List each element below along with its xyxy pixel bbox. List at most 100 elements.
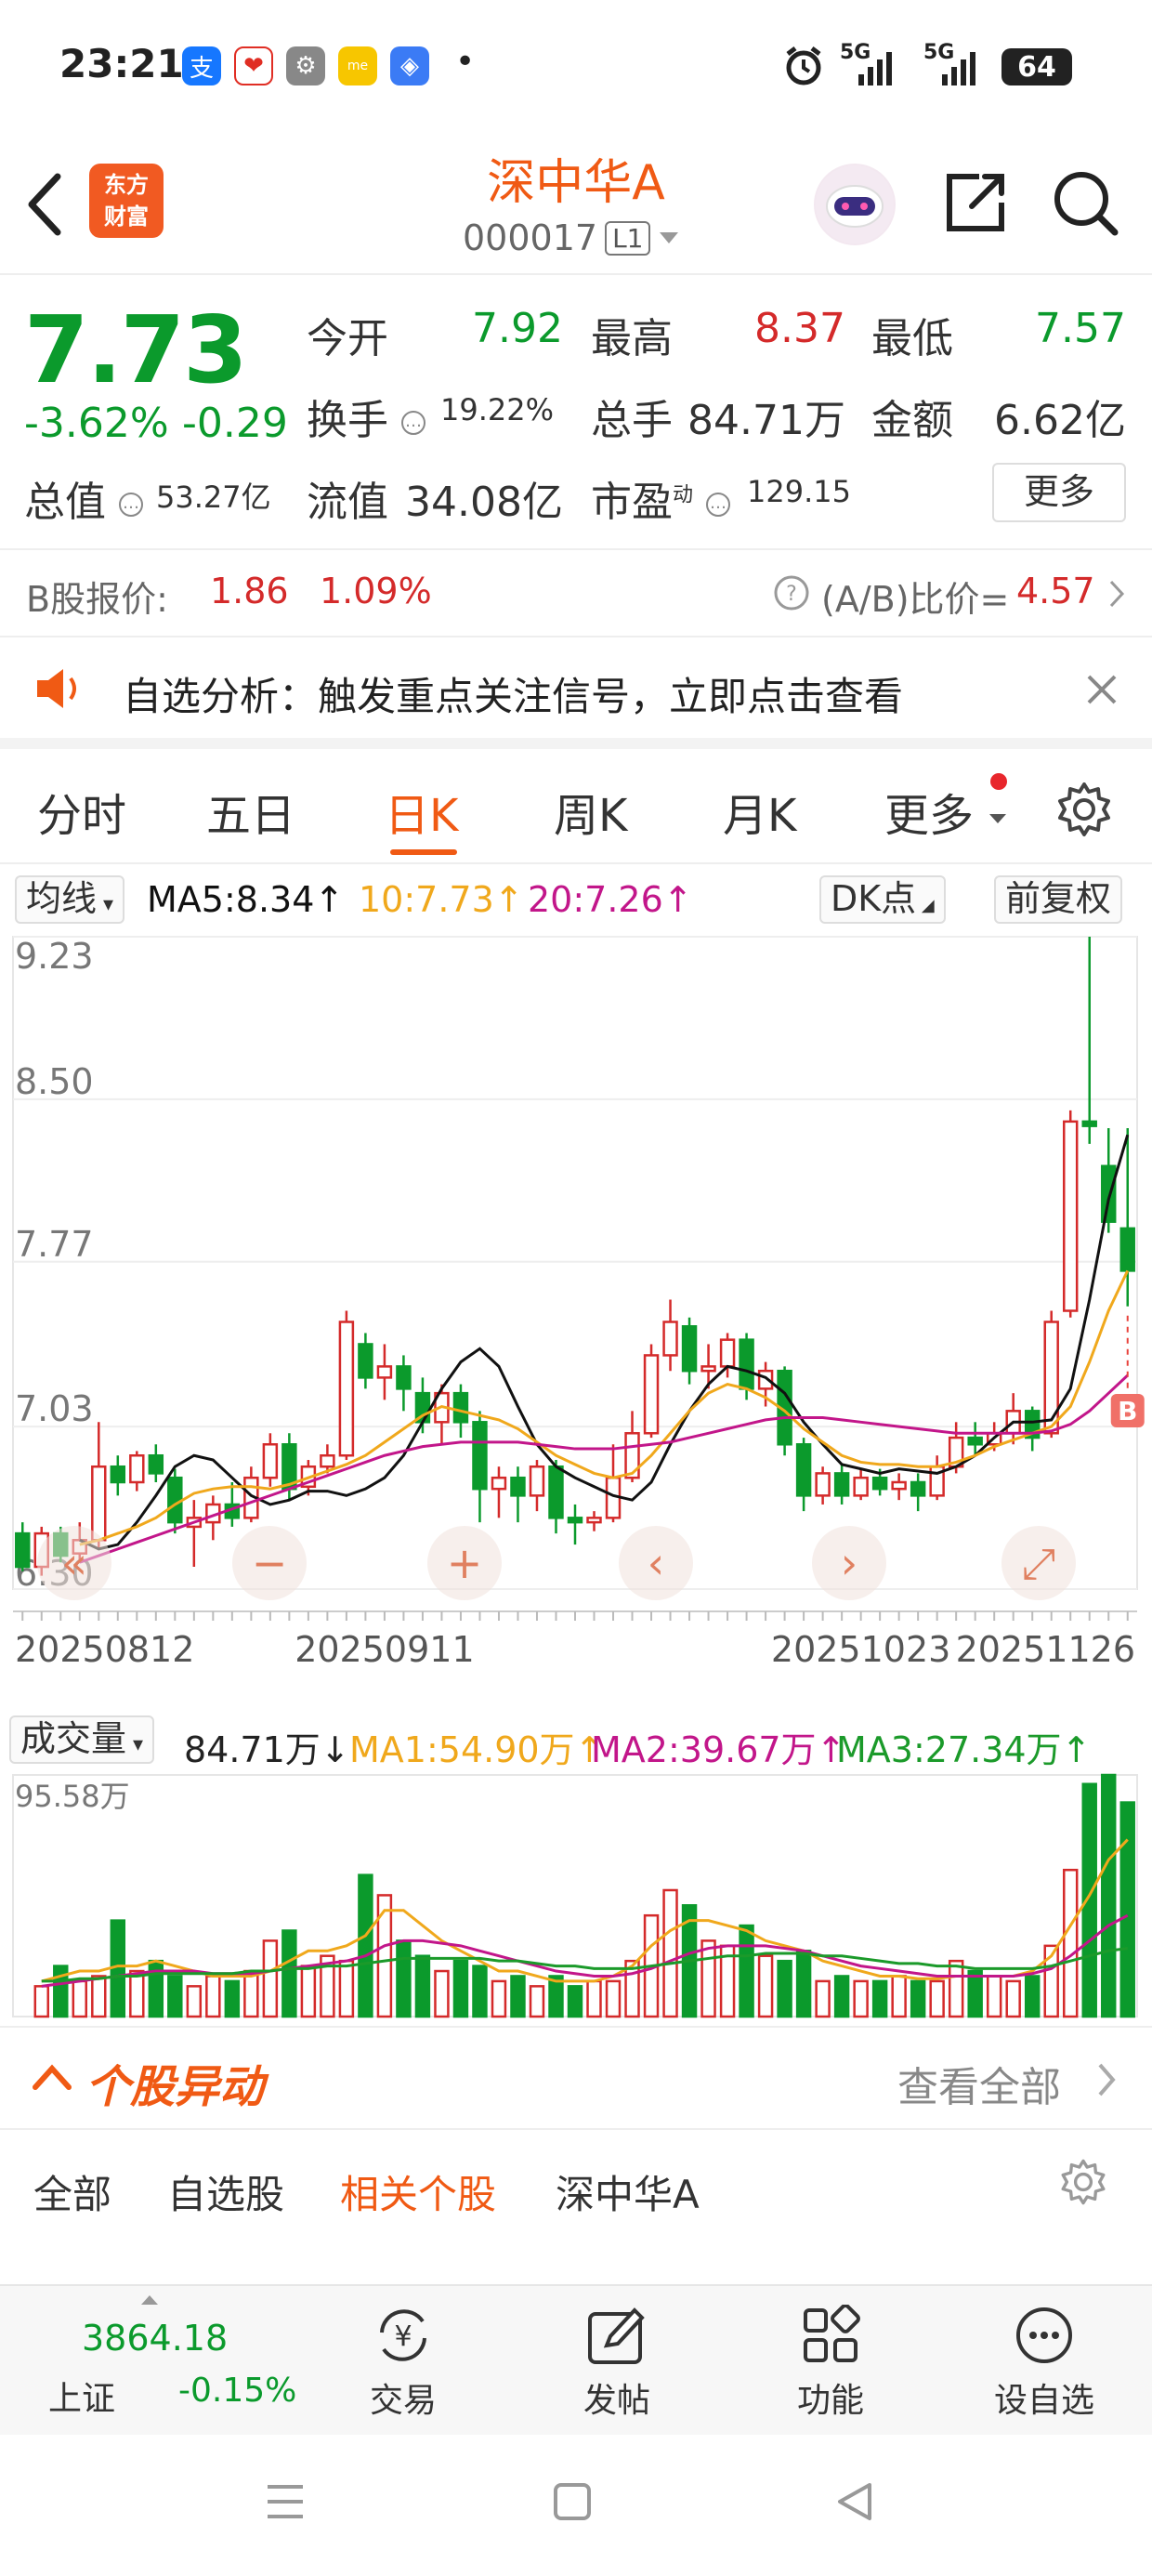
- movers-tab-all[interactable]: 全部: [33, 2163, 111, 2220]
- info-icon[interactable]: …: [119, 493, 143, 517]
- view-all-link[interactable]: 查看全部: [897, 2054, 1061, 2113]
- amount-label: 金额: [871, 397, 953, 444]
- ai-robot-icon[interactable]: [814, 164, 896, 245]
- ma5-value: MA5:8.34↑: [147, 879, 345, 920]
- candle-down: [472, 1421, 488, 1491]
- candle-down: [871, 1476, 888, 1491]
- y-tick-label: 7.03: [15, 1388, 94, 1429]
- stock-code-selector[interactable]: 000017 L1: [463, 217, 680, 258]
- index-name[interactable]: 上证: [48, 2372, 115, 2420]
- share-icon[interactable]: [938, 165, 1013, 240]
- svg-text:¥: ¥: [394, 2320, 412, 2353]
- tab-monthly-k[interactable]: 月K: [723, 779, 796, 844]
- x-date-label: 20250812: [15, 1629, 194, 1670]
- notice-bar[interactable]: 自选分析：触发重点关注信号，立即点击查看: [0, 639, 1152, 749]
- search-icon[interactable]: [1048, 165, 1122, 240]
- b-share-label: B股报价:: [26, 579, 168, 620]
- more-button[interactable]: 更多: [992, 463, 1126, 522]
- volume-max-label: 95.58万: [15, 1779, 130, 1814]
- movers-tab-watchlist[interactable]: 自选股: [167, 2163, 284, 2220]
- nav-post[interactable]: 发帖: [543, 2305, 691, 2422]
- nav-add-watch[interactable]: 设自选: [970, 2305, 1119, 2422]
- info-icon[interactable]: …: [706, 493, 731, 517]
- close-icon[interactable]: [1083, 671, 1120, 708]
- index-value[interactable]: 3864.18: [82, 2318, 228, 2359]
- volume-bar: [434, 1969, 450, 2018]
- help-icon[interactable]: ?: [773, 574, 810, 611]
- tab-daily-k[interactable]: 日K: [385, 779, 458, 844]
- dk-point-button[interactable]: DK点 ◢: [819, 875, 946, 924]
- indicator-selector[interactable]: 均线 ▾: [15, 875, 125, 924]
- candle-up: [662, 1321, 678, 1357]
- nav-trade-label: 交易: [369, 2382, 437, 2420]
- back-triangle-icon[interactable]: [834, 2479, 875, 2524]
- volume-chart[interactable]: 95.58万: [0, 1769, 1152, 2030]
- volume-bar: [739, 1924, 754, 2018]
- notification-dot: •: [455, 43, 476, 81]
- volume-bar: [472, 1965, 488, 2018]
- volume-bar: [224, 1979, 241, 2018]
- volume-bar: [1101, 1773, 1117, 2018]
- candle-up: [891, 1480, 907, 1491]
- high-value: 8.37: [754, 305, 845, 352]
- zoom-in-icon[interactable]: +: [427, 1526, 502, 1600]
- indicator-selector-label: 均线: [26, 878, 98, 919]
- settings-icon: ⚙: [286, 46, 325, 85]
- movers-settings-icon[interactable]: [1059, 2158, 1107, 2206]
- info-icon[interactable]: …: [401, 411, 425, 435]
- total-mv-label[interactable]: 总值 …: [24, 468, 143, 528]
- x-date-label: 20250911: [295, 1629, 474, 1670]
- candle-down: [967, 1436, 983, 1446]
- prev-icon-glyph: ‹: [648, 1538, 664, 1588]
- adjust-type-button[interactable]: 前复权: [994, 875, 1123, 924]
- home-square-icon[interactable]: [552, 2481, 593, 2522]
- candlestick-svg[interactable]: 9.238.507.777.036.3020250812202509112025…: [0, 929, 1152, 1710]
- volume-bar: [243, 1969, 259, 2018]
- quote-panel: 7.73 -3.62% -0.29 今开 7.92 最高 8.37 最低 7.5…: [0, 277, 1152, 546]
- volume-bar: [891, 1975, 907, 2018]
- settings-gear-icon[interactable]: [1055, 781, 1113, 838]
- x-date-label: 20251023: [771, 1629, 950, 1670]
- menu-icon[interactable]: [264, 2481, 307, 2522]
- volume-bar: [1062, 1868, 1079, 2018]
- candlestick-chart[interactable]: 9.238.507.777.036.3020250812202509112025…: [0, 929, 1152, 1710]
- volume-svg[interactable]: 95.58万: [0, 1769, 1152, 2030]
- movers-tab-stock[interactable]: 深中华A: [556, 2163, 700, 2220]
- level-badge: L1: [605, 220, 651, 256]
- index-change[interactable]: -0.15%: [178, 2372, 296, 2410]
- low-label: 最低: [871, 315, 953, 362]
- total-mv-value: 53.27亿: [156, 480, 271, 515]
- fullscreen-icon[interactable]: ⤢: [1001, 1526, 1076, 1600]
- next-icon[interactable]: ›: [812, 1526, 886, 1600]
- movers-tab-related[interactable]: 相关个股: [340, 2163, 496, 2220]
- volume-bar: [586, 1979, 602, 2018]
- volume-bar: [129, 1969, 145, 2018]
- volume-bar: [167, 1975, 183, 2018]
- stock-movers-header[interactable]: 个股异动 查看全部: [0, 2026, 1152, 2130]
- volume-bar: [262, 1939, 279, 2018]
- tab-intraday[interactable]: 分时: [37, 779, 126, 844]
- candle-up: [529, 1465, 545, 1497]
- b-share-row[interactable]: B股报价: 1.86 1.09% ? (A/B)比价= 4.57: [0, 548, 1152, 637]
- nav-functions[interactable]: 功能: [756, 2305, 905, 2422]
- alarm-icon: [786, 46, 821, 85]
- volume-bar: [871, 1979, 888, 2018]
- tab-five-day[interactable]: 五日: [206, 779, 295, 844]
- rewind-icon[interactable]: «: [37, 1526, 111, 1600]
- candle-down: [910, 1480, 926, 1497]
- prev-icon[interactable]: ‹: [619, 1526, 693, 1600]
- high-label: 最高: [591, 315, 673, 362]
- ma10-value: 10:7.73↑: [359, 879, 524, 920]
- volume-selector[interactable]: 成交量 ▾: [9, 1715, 155, 1764]
- tab-more[interactable]: 更多: [884, 773, 1008, 844]
- chevron-up-icon[interactable]: [32, 2063, 72, 2091]
- zoom-out-icon[interactable]: −: [232, 1526, 307, 1600]
- turnover-label-text: 换手: [307, 397, 388, 444]
- pe-label[interactable]: 市盈动 …: [591, 468, 731, 528]
- tab-weekly-k[interactable]: 周K: [554, 779, 627, 844]
- pe-label-text: 市盈: [591, 479, 673, 526]
- turnover-label[interactable]: 换手 …: [307, 387, 425, 446]
- candle-down: [681, 1325, 698, 1373]
- trade-yen-icon: ¥: [380, 2309, 426, 2361]
- nav-trade[interactable]: ¥ 交易: [329, 2305, 478, 2422]
